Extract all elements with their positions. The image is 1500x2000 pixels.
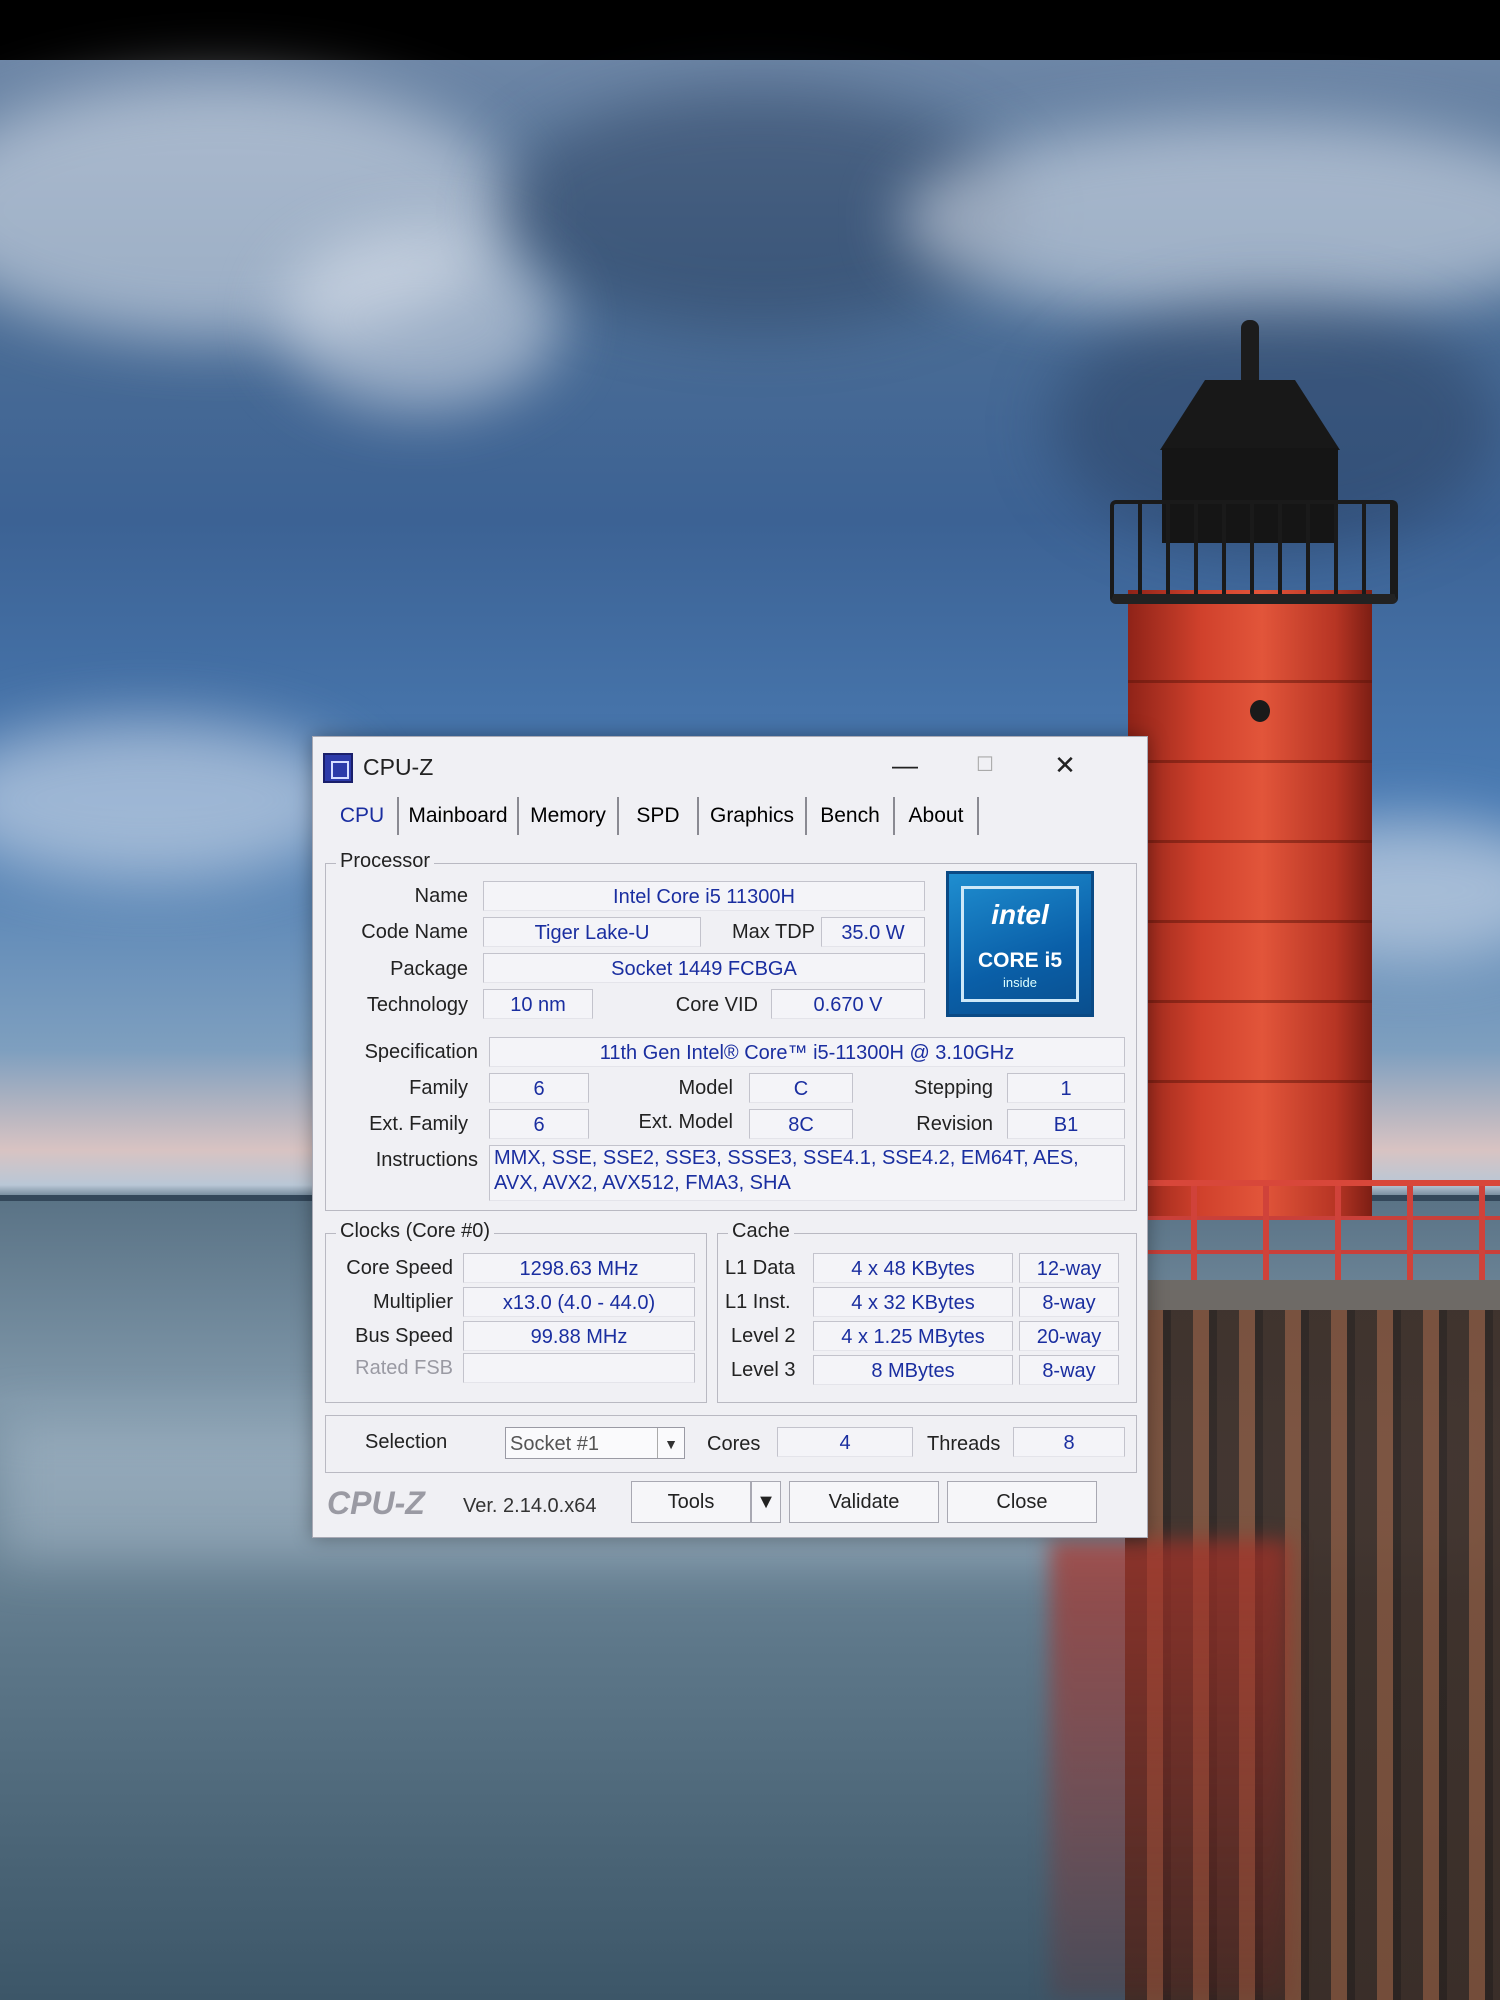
code-name-value: Tiger Lake-U: [483, 917, 701, 947]
core-speed-label: Core Speed: [346, 1257, 453, 1279]
bus-speed-label: Bus Speed: [355, 1325, 453, 1347]
cloud: [0, 720, 360, 880]
cache-size: 4 x 48 KBytes: [813, 1253, 1013, 1283]
maximize-button[interactable]: ☐: [955, 743, 1015, 787]
stepping-label: Stepping: [914, 1077, 993, 1099]
technology-value: 10 nm: [483, 989, 593, 1019]
model-label: Model: [678, 1077, 733, 1099]
tab-spd[interactable]: SPD: [619, 797, 699, 835]
specification-label: Specification: [364, 1041, 478, 1063]
cloud: [900, 120, 1500, 320]
multiplier-label: Multiplier: [372, 1291, 453, 1313]
cpuz-footer-logo: CPU-Z: [327, 1485, 425, 1521]
cache-label: Level 3: [731, 1359, 796, 1381]
lighthouse-reflection: [1050, 1540, 1290, 2000]
ext-model-label: Ext. Model: [638, 1111, 733, 1133]
cache-label: L1 Inst.: [725, 1291, 791, 1313]
version-text: Ver. 2.14.0.x64: [463, 1495, 597, 1517]
cores-value: 4: [777, 1427, 913, 1457]
cache-ways: 20-way: [1019, 1321, 1119, 1351]
tab-graphics[interactable]: Graphics: [699, 797, 807, 835]
ext-family-label: Ext. Family: [369, 1113, 468, 1135]
tab-mainboard[interactable]: Mainboard: [399, 797, 519, 835]
revision-value: B1: [1007, 1109, 1125, 1139]
bus-speed-value: 99.88 MHz: [463, 1321, 695, 1351]
tab-cpu[interactable]: CPU: [327, 797, 399, 835]
cpuz-app-icon: [323, 753, 353, 783]
technology-label: Technology: [366, 994, 468, 1016]
threads-label: Threads: [927, 1433, 1001, 1455]
socket-select-value: Socket #1: [510, 1433, 599, 1455]
cache-size: 4 x 32 KBytes: [813, 1287, 1013, 1317]
close-button[interactable]: Close: [947, 1481, 1097, 1523]
tab-bar: CPU Mainboard Memory SPD Graphics Bench …: [327, 797, 1127, 837]
cloud: [280, 230, 560, 410]
name-label: Name: [414, 885, 468, 907]
socket-select[interactable]: Socket #1 ▼: [505, 1427, 685, 1459]
cache-ways: 12-way: [1019, 1253, 1119, 1283]
max-tdp-label: Max TDP: [732, 921, 815, 943]
code-name-label: Code Name: [361, 921, 468, 943]
cache-label: L1 Data: [725, 1257, 796, 1279]
minimize-button[interactable]: —: [875, 743, 935, 787]
core-vid-label: Core VID: [675, 994, 758, 1016]
processor-group-title: Processor: [336, 850, 435, 873]
title-bar[interactable]: CPU-Z — ☐ ✕: [313, 737, 1147, 795]
package-label: Package: [390, 958, 468, 980]
cpuz-window[interactable]: CPU-Z — ☐ ✕ CPU Mainboard Memory SPD Gra…: [312, 736, 1148, 1538]
clocks-group-title: Clocks (Core #0): [336, 1220, 495, 1243]
specification-value: 11th Gen Intel® Core™ i5-11300H @ 3.10GH…: [489, 1037, 1125, 1067]
chevron-down-icon[interactable]: ▼: [657, 1428, 684, 1458]
model-value: C: [749, 1073, 853, 1103]
ext-model-value: 8C: [749, 1109, 853, 1139]
cache-group-title: Cache: [728, 1220, 794, 1243]
instructions-value: MMX, SSE, SSE2, SSE3, SSSE3, SSE4.1, SSE…: [489, 1145, 1125, 1201]
rated-fsb-label: Rated FSB: [355, 1357, 453, 1379]
revision-label: Revision: [916, 1113, 993, 1135]
family-label: Family: [409, 1077, 468, 1099]
threads-value: 8: [1013, 1427, 1125, 1457]
cache-ways: 8-way: [1019, 1287, 1119, 1317]
window-title: CPU-Z: [363, 754, 434, 780]
intel-core-i5-logo: intel CORE i5 inside: [946, 871, 1094, 1017]
cache-size: 8 MBytes: [813, 1355, 1013, 1385]
rated-fsb-value: [463, 1353, 695, 1383]
selection-label: Selection: [365, 1431, 448, 1453]
core-speed-value: 1298.63 MHz: [463, 1253, 695, 1283]
ext-family-value: 6: [489, 1109, 589, 1139]
cache-ways: 8-way: [1019, 1355, 1119, 1385]
validate-button[interactable]: Validate: [789, 1481, 939, 1523]
name-value: Intel Core i5 11300H: [483, 881, 925, 911]
close-window-button[interactable]: ✕: [1035, 743, 1095, 787]
max-tdp-value: 35.0 W: [821, 917, 925, 947]
tab-memory[interactable]: Memory: [519, 797, 619, 835]
cache-label: Level 2: [731, 1325, 796, 1347]
tab-bench[interactable]: Bench: [807, 797, 895, 835]
intel-logo-text: intel: [991, 899, 1049, 930]
instructions-label: Instructions: [375, 1149, 478, 1171]
tab-about[interactable]: About: [895, 797, 979, 835]
chevron-down-icon: ▼: [756, 1491, 776, 1513]
cores-label: Cores: [707, 1433, 761, 1455]
intel-logo-line: CORE i5: [977, 949, 1063, 972]
package-value: Socket 1449 FCBGA: [483, 953, 925, 983]
core-vid-value: 0.670 V: [771, 989, 925, 1019]
family-value: 6: [489, 1073, 589, 1103]
intel-logo-tag: inside: [1003, 975, 1037, 990]
tools-dropdown-button[interactable]: ▼: [751, 1481, 781, 1523]
cache-size: 4 x 1.25 MBytes: [813, 1321, 1013, 1351]
multiplier-value: x13.0 (4.0 - 44.0): [463, 1287, 695, 1317]
tools-button[interactable]: Tools: [631, 1481, 751, 1523]
stepping-value: 1: [1007, 1073, 1125, 1103]
